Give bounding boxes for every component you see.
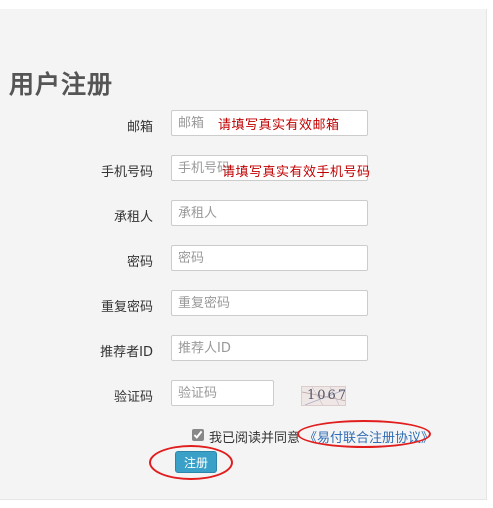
email-row: 邮箱 请填写真实有效邮箱 (0, 110, 486, 138)
page-title: 用户注册 (9, 70, 114, 99)
phone-row: 手机号码 请填写真实有效手机号码 (0, 155, 486, 183)
password-field[interactable] (171, 245, 368, 271)
phone-label: 手机号码 (100, 165, 153, 180)
referrer-row: 推荐者ID (0, 335, 486, 363)
tenant-label: 承租人 (113, 210, 153, 225)
agree-text: 我已阅读并同意 (209, 431, 301, 446)
captcha-field[interactable] (171, 380, 274, 406)
email-label: 邮箱 (126, 120, 153, 135)
captcha-image[interactable]: 1067 (301, 386, 346, 406)
password-label: 密码 (126, 255, 153, 270)
agreement-row: 我已阅读并同意 《易付联合注册协议》 (0, 425, 486, 447)
password-row: 密码 (0, 245, 486, 273)
phone-hint: 请填写真实有效手机号码 (222, 165, 371, 180)
referrer-field[interactable] (171, 335, 368, 361)
tenant-field[interactable] (171, 200, 368, 226)
referrer-label: 推荐者ID (100, 345, 153, 360)
captcha-label: 验证码 (113, 390, 153, 405)
captcha-text: 1067 (307, 388, 346, 403)
tenant-row: 承租人 (0, 200, 486, 228)
register-button[interactable]: 注册 (175, 451, 217, 473)
captcha-row: 验证码 1067 (0, 380, 486, 408)
agree-checkbox[interactable] (192, 429, 204, 441)
email-hint: 请填写真实有效邮箱 (218, 118, 340, 133)
repeat-password-label: 重复密码 (100, 300, 153, 315)
agreement-link[interactable]: 《易付联合注册协议》 (304, 427, 434, 446)
repeat-password-field[interactable] (171, 290, 368, 316)
repeat-password-row: 重复密码 (0, 290, 486, 318)
